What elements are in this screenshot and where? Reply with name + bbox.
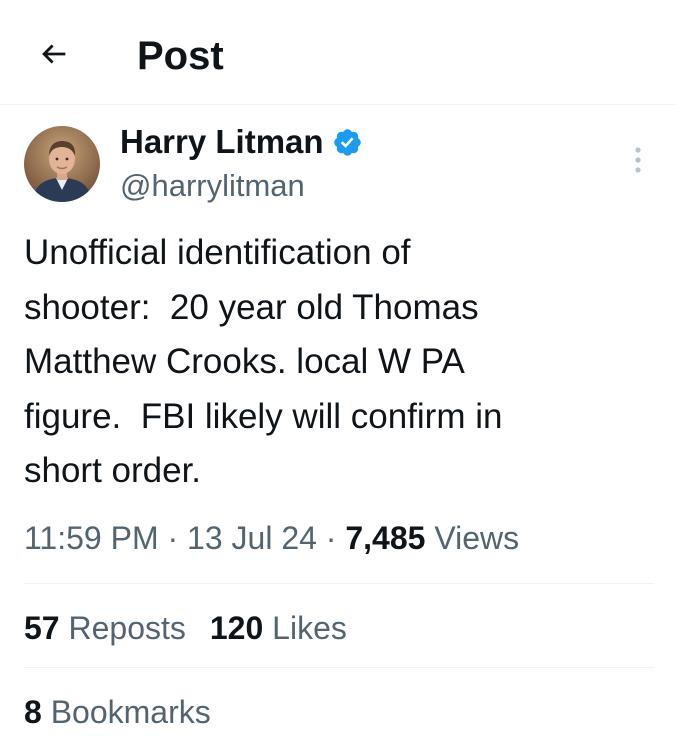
more-options-button[interactable] (620, 140, 656, 180)
tweet-meta: 11:59 PM · 13 Jul 24 · 7,485 Views (24, 516, 519, 560)
bookmarks-stat[interactable]: 8 Bookmarks (24, 690, 211, 734)
verified-badge-icon (332, 127, 363, 158)
reposts-stat[interactable]: 57 Reposts (24, 606, 186, 650)
likes-stat[interactable]: 120 Likes (210, 606, 347, 650)
views-label: Views (434, 520, 520, 556)
likes-count: 120 (209, 610, 264, 646)
reposts-count: 57 (24, 610, 60, 646)
author-display-name[interactable]: Harry Litman (120, 122, 324, 162)
avatar[interactable] (24, 126, 100, 202)
arrow-left-icon (42, 44, 66, 64)
engagement-stats: 57 Reposts 120 Likes (24, 606, 347, 650)
likes-label: Likes (272, 610, 347, 646)
divider (24, 667, 654, 668)
tweet-time[interactable]: 11:59 PM (24, 520, 159, 556)
author-handle[interactable]: @harrylitman (120, 166, 305, 206)
meta-separator: · (167, 520, 179, 556)
page-title: Post (137, 34, 224, 78)
reposts-label: Reposts (68, 610, 186, 646)
tweet-date[interactable]: 13 Jul 24 (187, 520, 317, 556)
more-vertical-icon (635, 147, 641, 173)
header-divider (0, 104, 676, 105)
back-button[interactable] (30, 30, 78, 78)
views-count: 7,485 (345, 520, 426, 556)
author-name-row: Harry Litman (120, 120, 363, 164)
tweet-text: Unofficial identification of shooter: 20… (24, 233, 503, 490)
divider (24, 583, 654, 584)
top-bar: Post (0, 0, 676, 104)
bookmarks-count: 8 (24, 694, 42, 730)
meta-separator: · (325, 520, 337, 556)
avatar-photo (24, 126, 100, 202)
bookmarks-label: Bookmarks (50, 694, 211, 730)
